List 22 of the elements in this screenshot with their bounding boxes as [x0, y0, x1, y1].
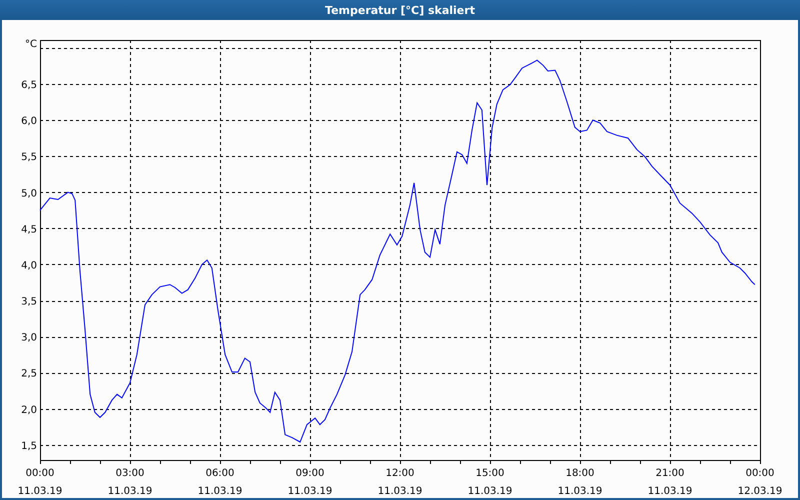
x-tick-label: 06:00 11.03.19: [198, 468, 242, 497]
x-tick-label: 12:00 11.03.19: [378, 468, 422, 497]
x-tick-label: 21:00 11.03.19: [648, 468, 692, 497]
x-tick-label: 15:00 11.03.19: [468, 468, 512, 497]
x-tick-label: 03:00 11.03.19: [108, 468, 152, 497]
x-tick-label: 00:00 11.03.19: [18, 468, 62, 497]
x-tick-label: 18:00 11.03.19: [558, 468, 602, 497]
y-tick-label: 4,0: [21, 260, 37, 272]
y-tick-label: 5,5: [21, 152, 37, 164]
window-title: Temperatur [°C] skaliert: [0, 0, 800, 20]
y-tick-label: 6,5: [21, 80, 37, 92]
y-tick-label: 2,5: [21, 368, 37, 380]
x-tick-label: 00:00 12.03.19: [738, 468, 782, 497]
y-tick-label: 4,5: [21, 224, 37, 236]
y-tick-label: 5,0: [21, 188, 37, 200]
y-tick-label: 1,5: [21, 440, 37, 452]
y-tick-label: 2,0: [21, 404, 37, 416]
y-tick-label: 3,0: [21, 332, 37, 344]
y-tick-label: 6,0: [21, 116, 37, 128]
y-tick-label: 3,5: [21, 296, 37, 308]
y-axis-unit: °C: [25, 38, 37, 50]
x-tick-label: 09:00 11.03.19: [288, 468, 332, 497]
